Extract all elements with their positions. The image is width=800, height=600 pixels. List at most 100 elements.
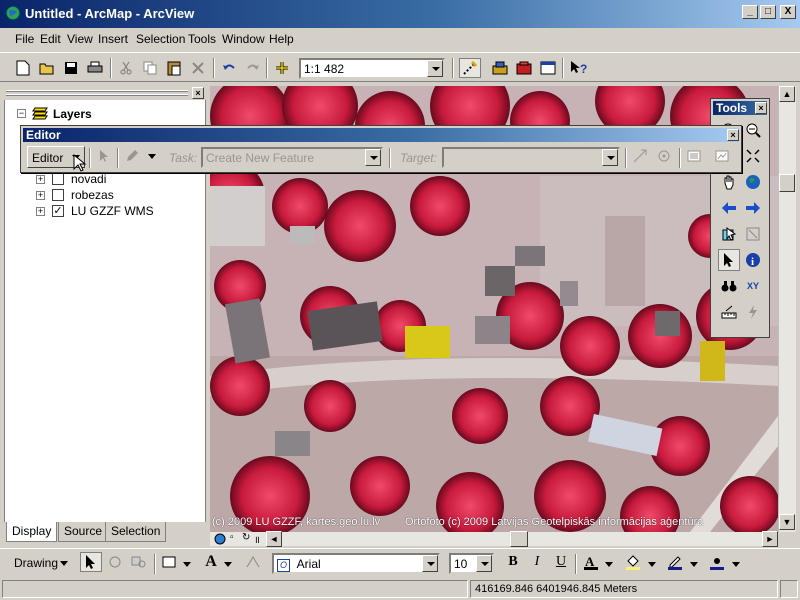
marker-color-icon[interactable] (706, 552, 728, 572)
clear-selection-icon[interactable] (742, 223, 764, 245)
copy-icon[interactable] (139, 58, 161, 78)
arccatalog-icon[interactable] (513, 58, 535, 78)
cut-icon[interactable] (115, 58, 137, 78)
find-binoculars-icon[interactable] (718, 275, 740, 297)
menu-view[interactable]: View (67, 32, 93, 46)
tab-selection[interactable]: Selection (105, 522, 167, 542)
map-scale-combo[interactable]: 1:1 482 (299, 58, 445, 79)
layer-expand-icon[interactable]: + (36, 175, 45, 184)
chevron-down-icon[interactable] (732, 562, 740, 567)
target-combo[interactable] (442, 147, 620, 168)
menu-window[interactable]: Window (222, 32, 265, 46)
bold-button[interactable]: B (502, 552, 524, 572)
scroll-thumb[interactable] (779, 174, 795, 192)
rectangle-tool-icon[interactable] (158, 552, 180, 572)
text-tool-icon[interactable]: A (200, 552, 222, 572)
tools-close-icon[interactable]: × (755, 102, 767, 114)
close-button[interactable]: X (780, 5, 796, 19)
open-folder-icon[interactable] (36, 58, 58, 78)
layer-expand-icon[interactable]: + (36, 191, 45, 200)
select-features-icon[interactable] (718, 223, 740, 245)
tab-display[interactable]: Display (6, 522, 58, 542)
layer-label[interactable]: robezas (71, 188, 114, 202)
paste-icon[interactable] (163, 58, 185, 78)
pan-hand-icon[interactable] (718, 171, 740, 193)
refresh-view-icon[interactable]: ↻ (242, 532, 250, 543)
new-document-icon[interactable] (12, 58, 34, 78)
undo-icon[interactable] (218, 58, 240, 78)
arctoolbox-icon[interactable] (489, 58, 511, 78)
editor-toolbar-toggle-icon[interactable] (459, 58, 481, 78)
edit-vertices-icon[interactable] (242, 552, 264, 572)
menu-insert[interactable]: Insert (98, 32, 128, 46)
scroll-up-icon[interactable]: ▲ (779, 86, 795, 102)
font-combo[interactable]: O Arial (272, 553, 440, 574)
resize-grip[interactable] (780, 580, 798, 598)
layer-label[interactable]: novadi (71, 172, 106, 186)
layout-view-icon[interactable]: ▫ (230, 532, 234, 543)
hyperlink-bolt-icon[interactable] (742, 301, 764, 323)
scroll-right-icon[interactable]: ► (762, 531, 778, 547)
edit-tool-arrow-icon[interactable] (93, 146, 115, 166)
attributes-icon[interactable] (683, 146, 705, 166)
chevron-down-icon[interactable] (422, 555, 438, 572)
toc-grip[interactable] (6, 90, 188, 92)
delete-icon[interactable] (187, 58, 209, 78)
layer-expand-icon[interactable]: + (36, 207, 45, 216)
chevron-down-icon[interactable] (690, 562, 698, 567)
font-size-combo[interactable]: 10 (449, 553, 494, 574)
editor-toolbar-titlebar[interactable]: Editor (23, 128, 739, 142)
sketch-pencil-icon[interactable] (121, 146, 143, 166)
map-vertical-scrollbar[interactable]: ▲ ▼ (778, 86, 796, 532)
chevron-down-icon[interactable] (648, 562, 656, 567)
toc-root-label[interactable]: Layers (53, 107, 92, 121)
select-elements-arrow-icon[interactable] (80, 552, 102, 572)
zoom-out-icon[interactable] (742, 119, 764, 141)
print-icon[interactable] (84, 58, 106, 78)
add-data-icon[interactable] (271, 58, 293, 78)
chevron-down-icon[interactable] (365, 149, 381, 166)
layer-checkbox-checked[interactable]: ✓ (52, 205, 64, 217)
toc-grip[interactable] (6, 94, 188, 96)
layers-collapse-icon[interactable]: − (17, 109, 26, 118)
scroll-down-icon[interactable]: ▼ (779, 514, 795, 530)
go-to-xy-icon[interactable]: XY (742, 275, 764, 297)
scroll-thumb[interactable] (510, 531, 528, 547)
rotate-tool-icon[interactable] (653, 146, 675, 166)
task-combo[interactable]: Create New Feature (201, 147, 383, 168)
menu-edit[interactable]: Edit (40, 32, 61, 46)
split-tool-icon[interactable] (629, 146, 651, 166)
maximize-button[interactable]: □ (760, 5, 776, 19)
map-horizontal-scrollbar[interactable]: ▫ ↻ ॥ ◄ ► (210, 531, 778, 547)
menu-tools[interactable]: Tools (188, 32, 216, 46)
editor-close-icon[interactable]: × (727, 129, 739, 141)
tab-source[interactable]: Source (58, 522, 109, 542)
toc-close-icon[interactable]: × (192, 87, 204, 99)
pause-drawing-icon[interactable]: ॥ (254, 532, 260, 546)
select-elements-arrow-icon[interactable] (718, 249, 740, 271)
chevron-down-icon[interactable] (224, 562, 232, 567)
layer-checkbox[interactable] (52, 189, 64, 201)
scroll-left-icon[interactable]: ◄ (266, 531, 282, 547)
fill-color-bucket-icon[interactable] (622, 552, 644, 572)
measure-icon[interactable] (718, 301, 740, 323)
menu-file[interactable]: File (15, 32, 34, 46)
layer-label[interactable]: LU GZZF WMS (71, 204, 154, 218)
redo-icon[interactable] (242, 58, 264, 78)
data-view-globe-icon[interactable] (214, 533, 226, 545)
underline-button[interactable]: U (550, 552, 572, 572)
menu-selection[interactable]: Selection (136, 32, 185, 46)
chevron-down-icon[interactable] (476, 555, 492, 572)
menu-help[interactable]: Help (269, 32, 294, 46)
rotate-element-icon[interactable] (104, 552, 126, 572)
chevron-down-icon[interactable] (183, 562, 191, 567)
full-extent-globe-icon[interactable] (742, 171, 764, 193)
minimize-button[interactable]: _ (742, 5, 758, 19)
zoom-to-element-icon[interactable] (128, 552, 150, 572)
go-forward-arrow-icon[interactable] (742, 197, 764, 219)
fixed-zoom-out-icon[interactable] (742, 145, 764, 167)
chevron-down-icon[interactable] (427, 60, 443, 77)
font-color-icon[interactable]: A (580, 552, 602, 572)
layer-checkbox[interactable] (52, 173, 64, 185)
line-color-pen-icon[interactable] (664, 552, 686, 572)
